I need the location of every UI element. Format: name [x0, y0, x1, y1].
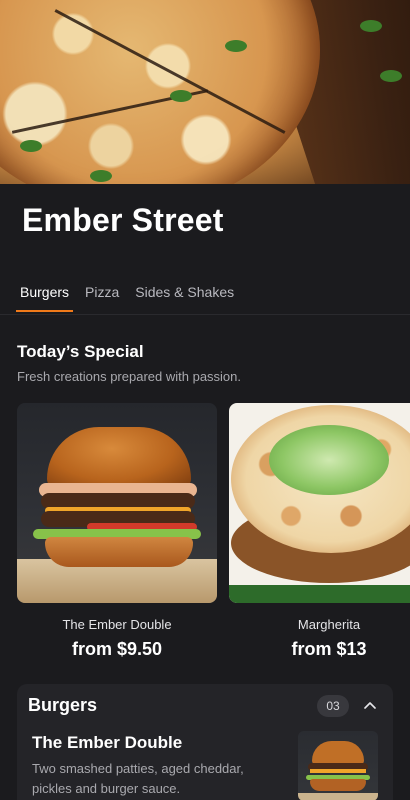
pizza-image [229, 403, 410, 603]
hero-image [0, 0, 410, 184]
bun-top [47, 427, 191, 489]
herb-garnish [20, 140, 42, 152]
bun-top [312, 741, 364, 765]
burger-image [17, 403, 217, 603]
herb-garnish [225, 40, 247, 52]
pizza-photo [0, 0, 320, 184]
restaurant-name: Ember Street [22, 202, 224, 238]
tab-pizza[interactable]: Pizza [85, 284, 119, 312]
cheese-layer [310, 769, 366, 773]
section-title: Burgers [28, 695, 98, 715]
tabs-divider [0, 314, 410, 315]
tab-sides-shakes[interactable]: Sides & Shakes [135, 284, 234, 312]
bun-bottom [45, 537, 193, 567]
card-price: from $9.50 [71, 639, 163, 659]
category-tabs: Burgers Pizza Sides & Shakes [15, 284, 234, 312]
card-name: The Ember Double [62, 617, 172, 632]
tab-burgers[interactable]: Burgers [15, 284, 74, 312]
card-name: Margherita [297, 617, 361, 632]
menu-item-description: Two smashed patties, aged cheddar, pickl… [32, 761, 244, 796]
card-price: from $13 [291, 639, 367, 659]
special-subtitle: Fresh creations prepared with passion. [17, 369, 242, 384]
salad-topping [269, 425, 389, 495]
green-strip [229, 585, 410, 603]
herb-garnish [170, 90, 192, 102]
table-surface [298, 793, 378, 800]
item-count-badge: 03 [317, 695, 349, 717]
chevron-up-icon[interactable] [361, 696, 379, 714]
menu-item-thumbnail[interactable] [298, 731, 378, 800]
herb-garnish [90, 170, 112, 182]
special-title: Today’s Special [17, 342, 144, 361]
special-card-burger[interactable]: The Ember Double from $9.50 [17, 403, 217, 660]
menu-item-name[interactable]: The Ember Double [32, 733, 182, 753]
herb-garnish [380, 70, 402, 82]
herb-garnish [360, 20, 382, 32]
bun-bottom [310, 779, 366, 791]
special-card-pizza[interactable]: Margherita from $13 [229, 403, 410, 660]
menu-section-burgers: Burgers 03 The Ember Double Two smashed … [17, 684, 393, 800]
